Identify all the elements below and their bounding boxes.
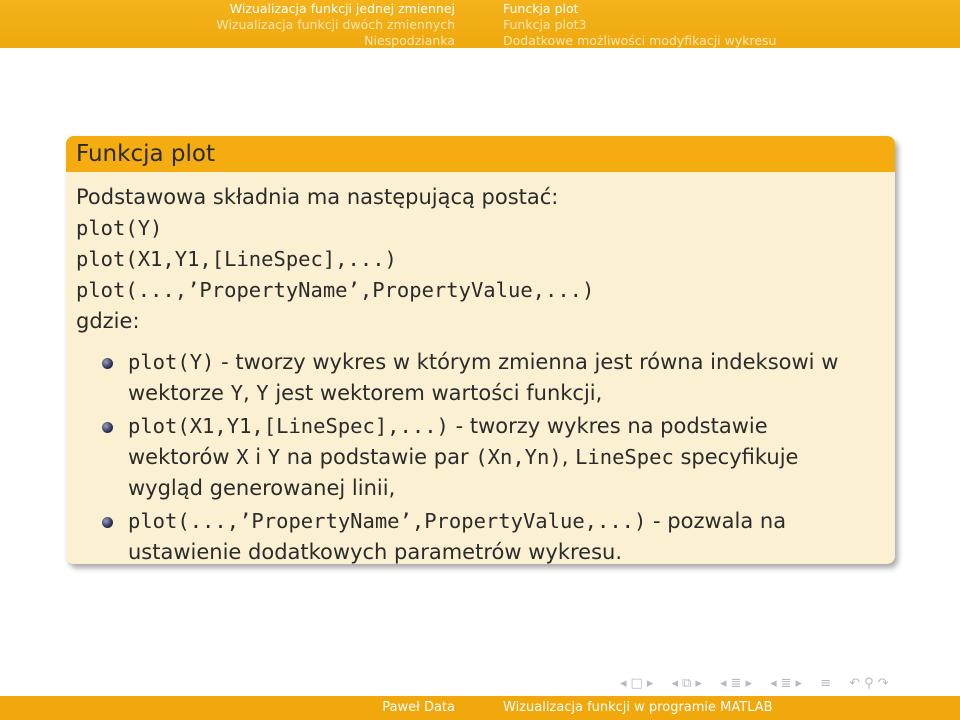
code-text: plot(X1,Y1,[LineSpec],...): [128, 414, 449, 438]
document-icon[interactable]: ≡: [820, 674, 831, 694]
nav-subsection-extra[interactable]: Dodatkowe możliwości modyfikacji wykresu: [503, 33, 776, 49]
prev-subsection-icon[interactable]: ◂: [672, 674, 679, 694]
block-body: Podstawowa składnia ma następującą posta…: [66, 172, 895, 564]
code-text: Y: [256, 381, 269, 405]
item-text: - pozwala na: [646, 509, 787, 533]
footer-title: Wizualizacja funkcji w programie MATLAB: [503, 700, 773, 715]
item-text: ustawienie dodatkowych parametrów wykres…: [128, 540, 622, 564]
item-text: wektorze: [128, 381, 231, 405]
bullet-icon: [102, 422, 113, 433]
intro-text: Podstawowa składnia ma następującą posta…: [76, 185, 559, 209]
prev-section-icon[interactable]: ◂: [720, 674, 727, 694]
part-icon[interactable]: ≣: [781, 674, 792, 694]
syntax-line-1: plot(Y): [76, 216, 163, 240]
code-text: plot(...,’PropertyName’,PropertyValue,..…: [128, 509, 647, 533]
item-text: jest wektorem wartości funkcji,: [268, 381, 603, 405]
item-text: - tworzy wykres w którym zmienna jest ró…: [214, 350, 839, 374]
nav-subsection-plot[interactable]: Funckja plot: [503, 1, 776, 17]
content-block: Funkcja plot Podstawowa składnia ma nast…: [66, 136, 895, 564]
item-text: specyfikuje: [673, 445, 799, 469]
subsection-icon[interactable]: ⧉: [682, 674, 691, 694]
list-item: plot(X1,Y1,[LineSpec],...) - tworzy wykr…: [102, 411, 885, 504]
top-navigation-bar: Wizualizacja funkcji jednej zmiennej Wiz…: [0, 0, 960, 48]
code-text: X: [236, 445, 249, 469]
description-list: plot(Y) - tworzy wykres w którym zmienna…: [76, 347, 885, 564]
list-item: plot(...,’PropertyName’,PropertyValue,..…: [102, 506, 885, 564]
item-text: wygląd generowanej linii,: [128, 476, 396, 500]
nav-section-two-variables[interactable]: Wizualizacja funkcji dwóch zmiennych: [216, 17, 455, 33]
section-icon[interactable]: ≣: [731, 674, 742, 694]
next-frame-icon[interactable]: ▸: [647, 674, 654, 694]
next-subsection-icon[interactable]: ▸: [695, 674, 702, 694]
code-text: LineSpec: [575, 445, 674, 469]
footer-author: Paweł Data: [382, 700, 455, 715]
bullet-icon: [102, 358, 113, 369]
item-text: na podstawie par: [280, 445, 476, 469]
back-icon[interactable]: ↶: [849, 674, 860, 694]
nav-subsections: Funckja plot Funkcja plot3 Dodatkowe moż…: [503, 1, 776, 49]
item-text: wektorów: [128, 445, 237, 469]
block-title: Funkcja plot: [66, 136, 895, 172]
prev-part-icon[interactable]: ◂: [770, 674, 777, 694]
next-section-icon[interactable]: ▸: [745, 674, 752, 694]
code-text: Y: [230, 381, 243, 405]
item-text: ,: [242, 381, 257, 405]
footer-bar: Paweł Data Wizualizacja funkcji w progra…: [0, 696, 960, 720]
code-text: (Xn,Yn): [475, 445, 562, 469]
nav-section-one-variable[interactable]: Wizualizacja funkcji jednej zmiennej: [216, 1, 455, 17]
item-text: ,: [561, 445, 576, 469]
syntax-line-3: plot(...,’PropertyName’,PropertyValue,..…: [76, 278, 595, 302]
nav-subsection-plot3[interactable]: Funkcja plot3: [503, 17, 776, 33]
next-part-icon[interactable]: ▸: [796, 674, 803, 694]
forward-icon[interactable]: ↷: [878, 674, 889, 694]
code-text: Y: [267, 445, 281, 469]
nav-sections: Wizualizacja funkcji jednej zmiennej Wiz…: [216, 1, 455, 49]
prev-frame-icon[interactable]: ◂: [620, 674, 627, 694]
code-text: plot(Y): [128, 350, 215, 374]
list-item: plot(Y) - tworzy wykres w którym zmienna…: [102, 347, 885, 409]
item-text: - tworzy wykres na podstawie: [448, 414, 768, 438]
item-text: i: [248, 445, 268, 469]
search-icon[interactable]: ⚲: [864, 674, 874, 694]
syntax-line-2: plot(X1,Y1,[LineSpec],...): [76, 247, 397, 271]
nav-section-surprise[interactable]: Niespodzianka: [216, 33, 455, 49]
bullet-icon: [102, 517, 113, 528]
frame-icon[interactable]: □: [631, 674, 643, 694]
beamer-navigation-symbols: ◂ □ ▸ ◂ ⧉ ▸ ◂ ≣ ▸ ◂ ≣ ▸ ≡ ↶ ⚲ ↷: [620, 674, 950, 694]
where-label: gdzie:: [76, 309, 140, 333]
